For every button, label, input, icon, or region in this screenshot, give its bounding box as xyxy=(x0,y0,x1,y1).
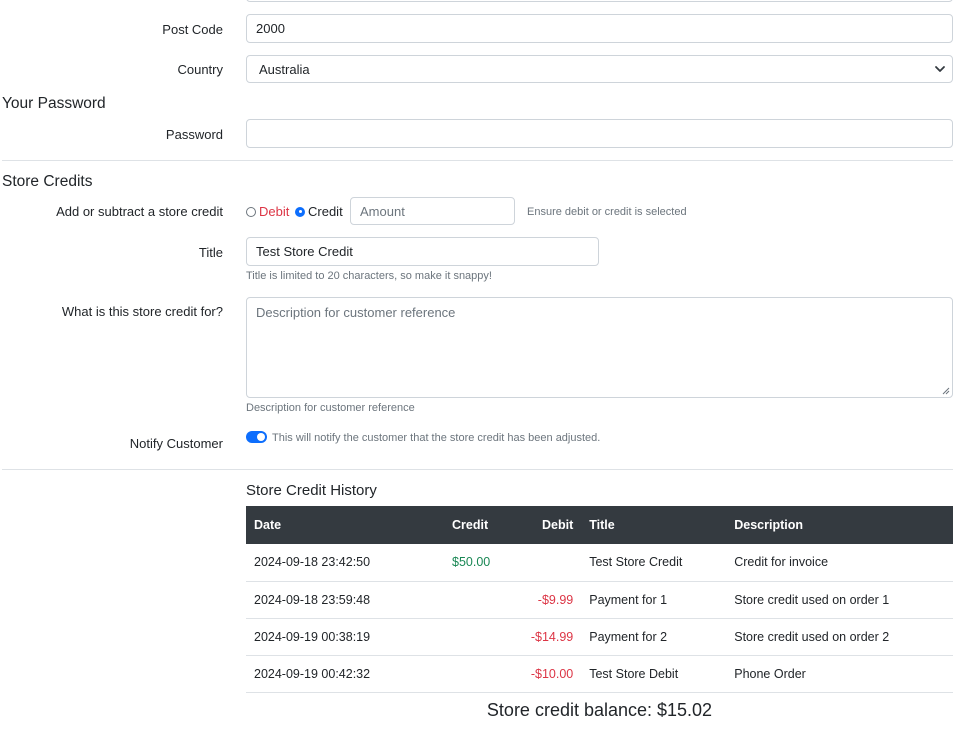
postcode-value: 2000 xyxy=(256,21,285,36)
password-label: Password xyxy=(165,127,223,142)
postcode-input[interactable]: 2000 xyxy=(246,14,953,43)
description-help-text: Description for customer reference xyxy=(246,402,415,414)
table-header-row: Date Credit Debit Title Description xyxy=(246,506,953,544)
description-placeholder: Description for customer reference xyxy=(256,305,456,320)
row-title: Test Store Debit xyxy=(581,655,727,693)
table-row: 2024-09-18 23:59:48 -$9.99 Payment for 1… xyxy=(246,581,953,619)
credit-radio-label: Credit xyxy=(308,204,343,219)
table-row: 2024-09-19 00:38:19 -$14.99 Payment for … xyxy=(246,618,953,656)
row-title: Payment for 1 xyxy=(581,581,727,619)
title-value: Test Store Credit xyxy=(256,244,353,259)
row-credit xyxy=(444,618,499,656)
notify-help-text: This will notify the customer that the s… xyxy=(272,432,601,444)
column-header-debit: Debit xyxy=(498,506,582,544)
postcode-label: Post Code xyxy=(162,22,223,37)
title-help-text: Title is limited to 20 characters, so ma… xyxy=(246,270,492,282)
column-header-credit: Credit xyxy=(444,506,499,544)
title-label: Title xyxy=(198,245,223,260)
description-label: What is this store credit for? xyxy=(61,304,223,319)
row-date: 2024-09-19 00:38:19 xyxy=(246,618,444,656)
row-debit: -$10.00 xyxy=(498,655,582,693)
adjust-credit-label: Add or subtract a store credit xyxy=(56,204,223,219)
resize-grip-icon[interactable] xyxy=(942,387,950,395)
notify-toggle[interactable] xyxy=(246,431,267,443)
debit-radio-option[interactable]: Debit xyxy=(246,204,289,219)
credit-radio[interactable] xyxy=(295,206,305,217)
row-description: Store credit used on order 2 xyxy=(726,618,953,656)
row-date: 2024-09-19 00:42:32 xyxy=(246,655,444,693)
row-title: Payment for 2 xyxy=(581,618,727,656)
row-title: Test Store Credit xyxy=(581,544,727,582)
customer-edit-page: Post Code 2000 Country Australia Your Pa… xyxy=(0,0,957,742)
country-select[interactable]: Australia xyxy=(246,55,953,83)
row-description: Phone Order xyxy=(726,655,953,693)
amount-placeholder: Amount xyxy=(360,203,405,219)
country-label: Country xyxy=(177,62,223,77)
row-date: 2024-09-18 23:42:50 xyxy=(246,544,444,582)
divider xyxy=(2,160,953,161)
credit-radio-option[interactable]: Credit xyxy=(295,204,343,219)
row-credit: $50.00 xyxy=(444,544,499,582)
table-row: 2024-09-18 23:42:50 $50.00 Test Store Cr… xyxy=(246,544,953,582)
row-debit xyxy=(498,544,582,582)
notify-label: Notify Customer xyxy=(129,436,223,451)
column-header-description: Description xyxy=(726,506,953,544)
title-input[interactable]: Test Store Credit xyxy=(246,237,599,266)
chevron-down-icon xyxy=(935,66,945,72)
adjust-help-text: Ensure debit or credit is selected xyxy=(527,206,687,218)
table-row: 2024-09-19 00:42:32 -$10.00 Test Store D… xyxy=(246,655,953,693)
column-header-title: Title xyxy=(581,506,727,544)
amount-input[interactable]: Amount xyxy=(350,197,515,225)
column-header-date: Date xyxy=(246,506,444,544)
debit-radio-label: Debit xyxy=(259,204,290,219)
debit-radio[interactable] xyxy=(246,206,256,217)
row-debit: -$14.99 xyxy=(498,618,582,656)
country-value: Australia xyxy=(259,61,310,77)
row-date: 2024-09-18 23:59:48 xyxy=(246,581,444,619)
store-credit-balance: Store credit balance: $15.02 xyxy=(486,700,713,720)
store-credit-history-title: Store Credit History xyxy=(246,482,377,499)
row-credit xyxy=(444,655,499,693)
store-credits-title: Store Credits xyxy=(2,173,93,190)
description-textarea[interactable]: Description for customer reference xyxy=(246,297,953,398)
previous-field-input[interactable] xyxy=(246,0,953,2)
row-description: Store credit used on order 1 xyxy=(726,581,953,619)
row-debit: -$9.99 xyxy=(498,581,582,619)
password-section-title: Your Password xyxy=(2,95,106,112)
divider xyxy=(2,469,953,470)
store-credit-history-table: Date Credit Debit Title Description 2024… xyxy=(246,506,953,693)
password-input[interactable] xyxy=(246,119,953,148)
row-description: Credit for invoice xyxy=(726,544,953,582)
row-credit xyxy=(444,581,499,619)
